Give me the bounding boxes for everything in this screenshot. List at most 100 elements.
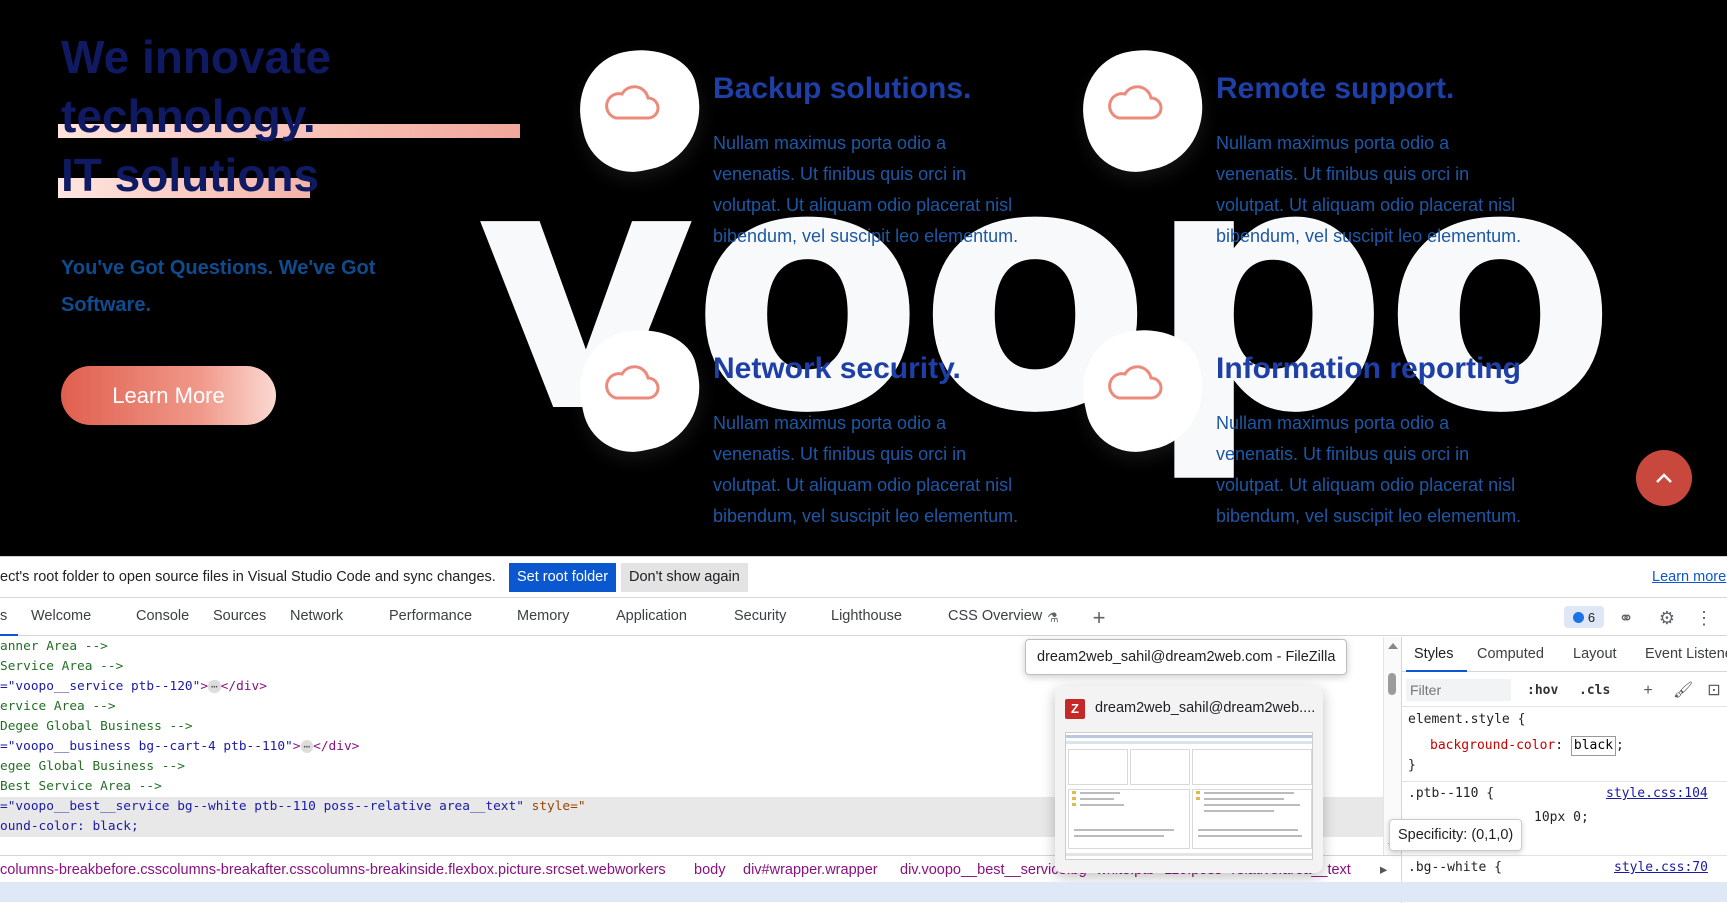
tab-application[interactable]: Application <box>616 608 687 624</box>
more-tabs-plus-icon[interactable]: + <box>1088 607 1110 629</box>
preview-row <box>1080 792 1120 794</box>
service-title: Backup solutions. <box>713 72 972 105</box>
tab-security[interactable]: Security <box>734 608 786 624</box>
expand-ellipsis[interactable]: ⋯ <box>208 680 221 693</box>
breadcrumb-body[interactable]: body <box>694 856 725 883</box>
rule-source-link[interactable]: style.css:104 <box>1606 783 1708 805</box>
preview-row <box>1204 804 1300 806</box>
breadcrumb-html[interactable]: columns-breakbefore.csscolumns-breakafte… <box>0 856 666 883</box>
issues-badge[interactable]: 6 <box>1564 606 1604 628</box>
dom-node[interactable]: ="voopo__business bg--cart-4 ptb--110"> ⋯… <box>0 737 359 757</box>
tab-welcome[interactable]: Welcome <box>31 608 91 624</box>
tab-lighthouse[interactable]: Lighthouse <box>831 608 902 624</box>
issues-icon <box>1572 611 1584 623</box>
attr-name: style=" <box>523 799 586 814</box>
rule-separator <box>1402 855 1727 856</box>
tab-sources[interactable]: Sources <box>213 608 266 624</box>
window-preview-thumbnail[interactable] <box>1065 732 1313 860</box>
preview-row <box>1080 798 1114 800</box>
rule-close-brace: } <box>1408 758 1416 773</box>
breadcrumb-wrapper[interactable]: div#wrapper.wrapper <box>743 856 878 883</box>
settings-gear-icon[interactable]: ⚙ <box>1656 607 1678 629</box>
expand-ellipsis[interactable]: ⋯ <box>300 740 314 753</box>
tab-styles[interactable]: Styles <box>1414 646 1454 662</box>
toggle-sidebar-icon[interactable]: ⊡ <box>1704 681 1724 701</box>
rule-source-link[interactable]: style.css:70 <box>1614 857 1708 879</box>
preview-pane <box>1130 749 1190 785</box>
tab-performance[interactable]: Performance <box>389 608 472 624</box>
website-viewport: voopo We innovate technology. IT solutio… <box>0 0 1727 556</box>
more-options-icon[interactable]: ⋮ <box>1693 607 1715 629</box>
preview-row <box>1204 798 1284 800</box>
comment-text: Service Area --> <box>0 659 124 674</box>
dom-node[interactable]: Degee Global Business --> <box>0 717 193 737</box>
scrollbar-thumb[interactable] <box>1388 673 1396 695</box>
preview-row <box>1198 829 1298 831</box>
css-property[interactable]: background-color <box>1430 738 1555 753</box>
dom-node[interactable]: ervice Area --> <box>0 697 116 717</box>
new-rule-plus-icon[interactable]: + <box>1638 681 1658 701</box>
dom-node[interactable]: ="voopo__service ptb--120"> ⋯ </div> <box>0 677 267 697</box>
attr-value: ="voopo__service ptb--120" <box>0 679 201 694</box>
service-title: Information reporting <box>1216 352 1521 385</box>
source-link-text[interactable]: style.css:104 <box>1606 786 1708 801</box>
style-declaration[interactable]: background-color: black; <box>1430 735 1624 757</box>
tab-network[interactable]: Network <box>290 608 343 624</box>
cloud-icon <box>605 85 660 120</box>
preview-row <box>1204 792 1294 794</box>
css-value-editor[interactable]: black <box>1570 736 1617 756</box>
hover-state-toggle[interactable]: :hov <box>1527 683 1558 698</box>
hero-title-line-2: technology. <box>61 90 316 142</box>
comment-text: anner Area --> <box>0 639 108 654</box>
attr-value: ound-color: black; <box>0 819 139 834</box>
preview-statusbar <box>1066 853 1312 856</box>
cloud-icon <box>1108 365 1163 400</box>
tab-elements[interactable]: s <box>0 598 18 636</box>
dom-node[interactable]: anner Area --> <box>0 637 108 657</box>
preview-row <box>1080 804 1124 806</box>
learn-more-link[interactable]: Learn more <box>1652 569 1726 585</box>
tab-elements-label: s <box>0 608 8 624</box>
scroll-to-top-button[interactable] <box>1636 450 1692 506</box>
hero-subtitle: You've Got Questions. We've Got Software… <box>61 257 376 316</box>
tab-memory[interactable]: Memory <box>517 608 569 624</box>
set-root-folder-button[interactable]: Set root folder <box>509 563 617 592</box>
thumbnail-window-name: dream2web_sahil@dream2web.... <box>1095 700 1316 716</box>
tab-css-overview[interactable]: CSS Overview <box>948 608 1042 624</box>
dom-node[interactable]: egee Global Business --> <box>0 757 185 777</box>
cloud-icon <box>1108 85 1163 120</box>
learn-more-button[interactable]: Learn More <box>61 366 276 425</box>
preview-folder-icon <box>1072 797 1076 800</box>
comment-text: egee Global Business --> <box>0 759 185 774</box>
styles-filter-input[interactable] <box>1406 679 1511 701</box>
infobar-message: ect's root folder to open source files i… <box>0 569 496 585</box>
comment-text: Degee Global Business --> <box>0 719 193 734</box>
tab-computed[interactable]: Computed <box>1477 646 1544 662</box>
issues-count: 6 <box>1587 609 1596 625</box>
preview-row <box>1204 810 1274 812</box>
breadcrumb-next-icon[interactable]: ▸ <box>1380 856 1387 883</box>
dom-node[interactable]: Service Area --> <box>0 657 123 677</box>
dont-show-again-button[interactable]: Don't show again <box>621 563 748 592</box>
scroll-up-arrow-icon[interactable] <box>1387 641 1399 651</box>
class-toggle[interactable]: .cls <box>1579 683 1610 698</box>
hero-title-line-3: IT solutions <box>61 149 320 201</box>
preview-folder-icon <box>1196 797 1200 800</box>
preview-row <box>1198 835 1302 837</box>
taskbar-thumbnail-card[interactable]: Z dream2web_sahil@dream2web.... <box>1055 686 1323 873</box>
service-title: Network security. <box>713 352 961 385</box>
comment-text: ervice Area --> <box>0 699 116 714</box>
rule-selector-ptb: .ptb--110 { <box>1408 786 1495 801</box>
preview-folder-icon <box>1196 791 1200 794</box>
tab-layout[interactable]: Layout <box>1573 646 1617 662</box>
customize-profile-icon[interactable]: ⚭ <box>1615 607 1637 629</box>
dom-node[interactable]: Best Service Area --> <box>0 777 162 797</box>
service-title: Remote support. <box>1216 72 1455 105</box>
service-text: Nullam maximus porta odio a venenatis. U… <box>713 133 1019 246</box>
tab-console[interactable]: Console <box>136 608 189 624</box>
tab-event-listeners[interactable]: Event Listene <box>1645 646 1727 662</box>
paint-brush-icon[interactable]: 🖌 <box>1673 681 1693 701</box>
service-text: Nullam maximus porta odio a venenatis. U… <box>1216 413 1522 526</box>
source-link-text[interactable]: style.css:70 <box>1614 860 1708 875</box>
specificity-tooltip: Specificity: (0,1,0) <box>1389 819 1523 851</box>
